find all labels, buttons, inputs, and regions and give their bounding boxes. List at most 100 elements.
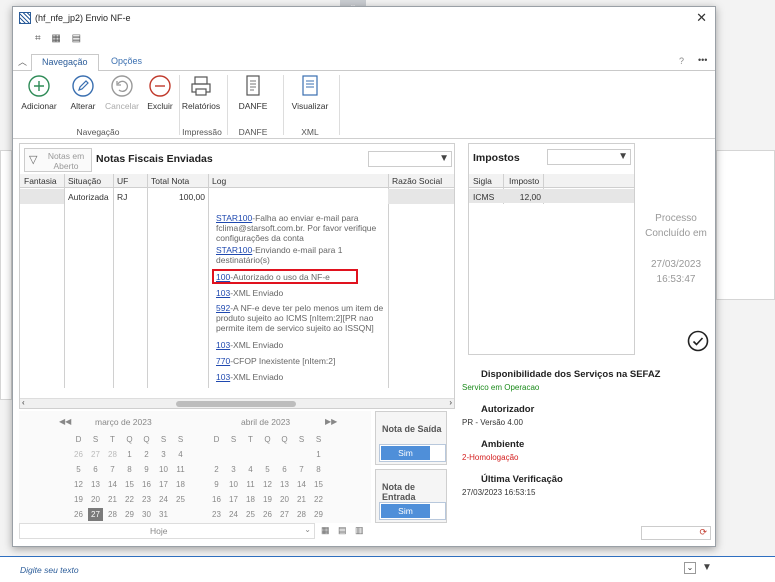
calendar-day[interactable]: 6 — [277, 463, 292, 476]
week-view-icon[interactable]: ▤ — [338, 525, 347, 536]
relatorios-button[interactable]: Relatórios — [181, 74, 221, 111]
calendar-day[interactable]: 12 — [260, 478, 275, 491]
calendar-day[interactable]: 15 — [122, 478, 137, 491]
log-code[interactable]: STAR100 — [216, 213, 252, 223]
calendar-day[interactable]: 19 — [71, 493, 86, 506]
table-row-fantasia[interactable] — [20, 189, 64, 204]
prev-month-icon[interactable]: ◀◀ — [59, 417, 71, 426]
calendar-day[interactable]: 17 — [156, 478, 171, 491]
refresh-button[interactable]: ⟳ — [641, 526, 711, 540]
next-month-icon[interactable]: ▶▶ — [325, 417, 337, 426]
calendar-day[interactable]: 16 — [209, 493, 224, 506]
table-icon[interactable]: ▤ — [72, 33, 81, 44]
alterar-button[interactable]: Alterar — [65, 74, 101, 111]
calendar-icon[interactable]: ▦ — [51, 33, 60, 44]
calendar-march[interactable]: D S T Q Q S S 26 27 28 1 2 3 4 5 6 7 8 9 10 11 12 13 14 15 16 17 18… — [69, 431, 190, 523]
cell-uf[interactable]: RJ — [117, 192, 127, 202]
visualizar-button[interactable]: Visualizar — [289, 74, 331, 111]
calendar-day[interactable]: 21 — [105, 493, 120, 506]
col-razao-social[interactable]: Razão Social — [392, 176, 442, 186]
calendar-day[interactable]: 24 — [226, 508, 241, 521]
calendar-day[interactable] — [209, 448, 224, 461]
calendar-day[interactable]: 26 — [260, 508, 275, 521]
excluir-button[interactable]: Excluir — [143, 74, 177, 111]
filter-icon[interactable]: ▼ — [618, 151, 628, 162]
calendar-day[interactable]: 4 — [173, 448, 188, 461]
calendar-day[interactable]: 21 — [294, 493, 309, 506]
calendar-day[interactable] — [243, 448, 258, 461]
calendar-view-icon[interactable]: ▦ — [321, 525, 330, 536]
calendar-day[interactable]: 27 — [277, 508, 292, 521]
calendar-day[interactable]: 9 — [139, 463, 154, 476]
cancelar-button[interactable]: Cancelar — [103, 74, 141, 111]
calendar-day[interactable]: 10 — [226, 478, 241, 491]
notas-search-input[interactable]: ▼ — [368, 151, 452, 167]
calendar-day[interactable]: 3 — [226, 463, 241, 476]
calendar-day[interactable]: 25 — [173, 493, 188, 506]
scroll-left-icon[interactable]: ‹ — [22, 398, 25, 407]
col-total-nota[interactable]: Total Nota — [151, 176, 189, 186]
calendar-day[interactable]: 4 — [243, 463, 258, 476]
calendar-day[interactable]: 26 — [71, 508, 86, 521]
close-icon[interactable]: ✕ — [696, 10, 707, 26]
day-view-icon[interactable]: ▥ — [355, 525, 364, 536]
calendar-day[interactable]: 29 — [311, 508, 326, 521]
dropdown-icon[interactable]: ⌄ — [304, 525, 311, 534]
calendar-day[interactable]: 8 — [122, 463, 137, 476]
calendar-day[interactable]: 8 — [311, 463, 326, 476]
calendar-day[interactable]: 18 — [243, 493, 258, 506]
calendar-day[interactable]: 2 — [209, 463, 224, 476]
cell-situacao[interactable]: Autorizada — [68, 192, 109, 202]
cell-sigla[interactable]: ICMS — [473, 192, 494, 202]
log-code[interactable]: 770 — [216, 356, 230, 366]
scrollbar-thumb[interactable] — [176, 401, 296, 407]
filter-icon[interactable]: ▼ — [702, 562, 712, 573]
calendar-day[interactable]: 11 — [173, 463, 188, 476]
col-imposto[interactable]: Imposto — [509, 176, 539, 186]
adicionar-button[interactable]: Adicionar — [19, 74, 59, 111]
log-code[interactable]: 103 — [216, 288, 230, 298]
calendar-day[interactable]: 27 — [88, 508, 103, 521]
calendar-day[interactable]: 6 — [88, 463, 103, 476]
impostos-search-input[interactable]: ▼ — [547, 149, 631, 165]
calendar-day[interactable]: 11 — [243, 478, 258, 491]
calendar-day[interactable]: 28 — [105, 508, 120, 521]
calendar-day[interactable]: 5 — [71, 463, 86, 476]
calendar-day[interactable]: 12 — [71, 478, 86, 491]
calendar-day[interactable]: 10 — [156, 463, 171, 476]
danfe-button[interactable]: DANFE — [235, 74, 271, 111]
calendar-day[interactable]: 16 — [139, 478, 154, 491]
col-log[interactable]: Log — [212, 176, 226, 186]
calendar-day[interactable]: 19 — [260, 493, 275, 506]
calendar-day[interactable]: 5 — [260, 463, 275, 476]
filter-icon[interactable]: ▼ — [439, 153, 449, 164]
table-row-razao[interactable] — [388, 189, 454, 204]
search-text-field[interactable]: Digite seu texto — [20, 565, 79, 575]
calendar-day[interactable]: 2 — [139, 448, 154, 461]
nota-entrada-toggle[interactable]: Sim — [379, 502, 446, 520]
notas-em-aberto-filter[interactable]: ▽ Notas em Aberto — [24, 148, 92, 172]
status-dropdown-icon[interactable]: ⌄ — [684, 562, 696, 574]
log-code[interactable]: STAR100 — [216, 245, 252, 255]
col-fantasia[interactable]: Fantasia — [24, 176, 57, 186]
calendar-day[interactable]: 31 — [156, 508, 171, 521]
cell-total[interactable]: 100,00 — [151, 192, 205, 202]
calendar-day[interactable] — [260, 448, 275, 461]
calendar-day[interactable]: 24 — [156, 493, 171, 506]
calendar-day[interactable]: 20 — [88, 493, 103, 506]
nota-saida-toggle[interactable]: Sim — [379, 444, 446, 462]
calendar-day[interactable] — [277, 448, 292, 461]
help-icon[interactable]: ? — [679, 56, 684, 66]
calendar-day[interactable]: 20 — [277, 493, 292, 506]
calendar-day[interactable] — [294, 448, 309, 461]
calendar-day[interactable]: 23 — [209, 508, 224, 521]
calendar-day[interactable]: 28 — [294, 508, 309, 521]
cell-imposto[interactable]: 12,00 — [505, 192, 541, 202]
calendar-day[interactable] — [226, 448, 241, 461]
today-input[interactable]: Hoje ⌄ — [19, 523, 315, 539]
log-code[interactable]: 592 — [216, 303, 230, 313]
scroll-right-icon[interactable]: › — [449, 398, 452, 407]
tab-opcoes[interactable]: Opções — [101, 54, 152, 68]
calendar-day[interactable]: 29 — [122, 508, 137, 521]
calendar-day[interactable]: 22 — [122, 493, 137, 506]
